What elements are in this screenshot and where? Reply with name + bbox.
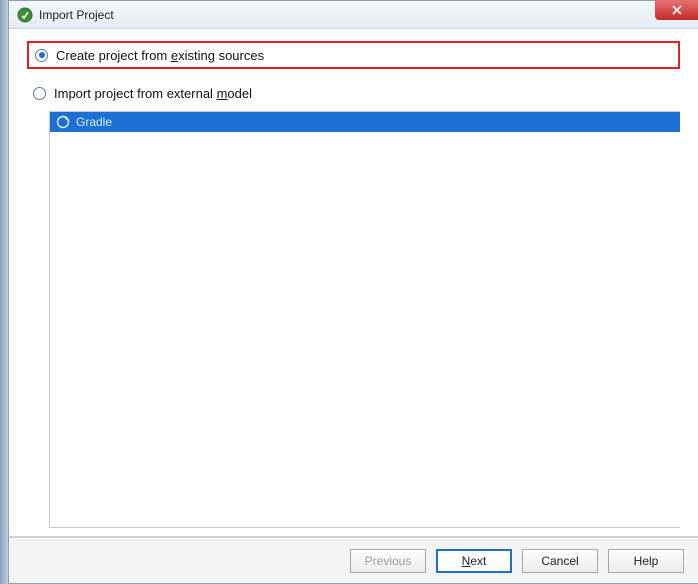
radio-icon bbox=[35, 49, 48, 62]
model-item-gradle[interactable]: Gradle bbox=[50, 112, 680, 132]
radio-label: Import project from external model bbox=[54, 86, 252, 101]
app-icon bbox=[17, 7, 33, 23]
external-model-list[interactable]: Gradle bbox=[49, 111, 680, 528]
dialog-content: Create project from existing sources Imp… bbox=[9, 29, 698, 536]
cancel-button[interactable]: Cancel bbox=[522, 549, 598, 573]
next-button[interactable]: Next bbox=[436, 549, 512, 573]
window-left-edge bbox=[0, 0, 8, 584]
radio-create-from-existing[interactable]: Create project from existing sources bbox=[29, 43, 678, 67]
dialog-window: Import Project Create project from exist… bbox=[8, 0, 698, 584]
titlebar: Import Project bbox=[9, 1, 698, 29]
model-item-label: Gradle bbox=[76, 115, 112, 129]
previous-button: Previous bbox=[350, 549, 426, 573]
close-button[interactable] bbox=[655, 0, 698, 20]
window-title: Import Project bbox=[39, 8, 114, 22]
radio-import-external-model[interactable]: Import project from external model bbox=[27, 81, 680, 105]
radio-icon bbox=[33, 87, 46, 100]
gradle-icon bbox=[56, 115, 70, 129]
radio-label: Create project from existing sources bbox=[56, 48, 264, 63]
button-bar: Previous Next Cancel Help bbox=[9, 537, 698, 583]
highlight-annotation: Create project from existing sources bbox=[27, 41, 680, 69]
help-button[interactable]: Help bbox=[608, 549, 684, 573]
